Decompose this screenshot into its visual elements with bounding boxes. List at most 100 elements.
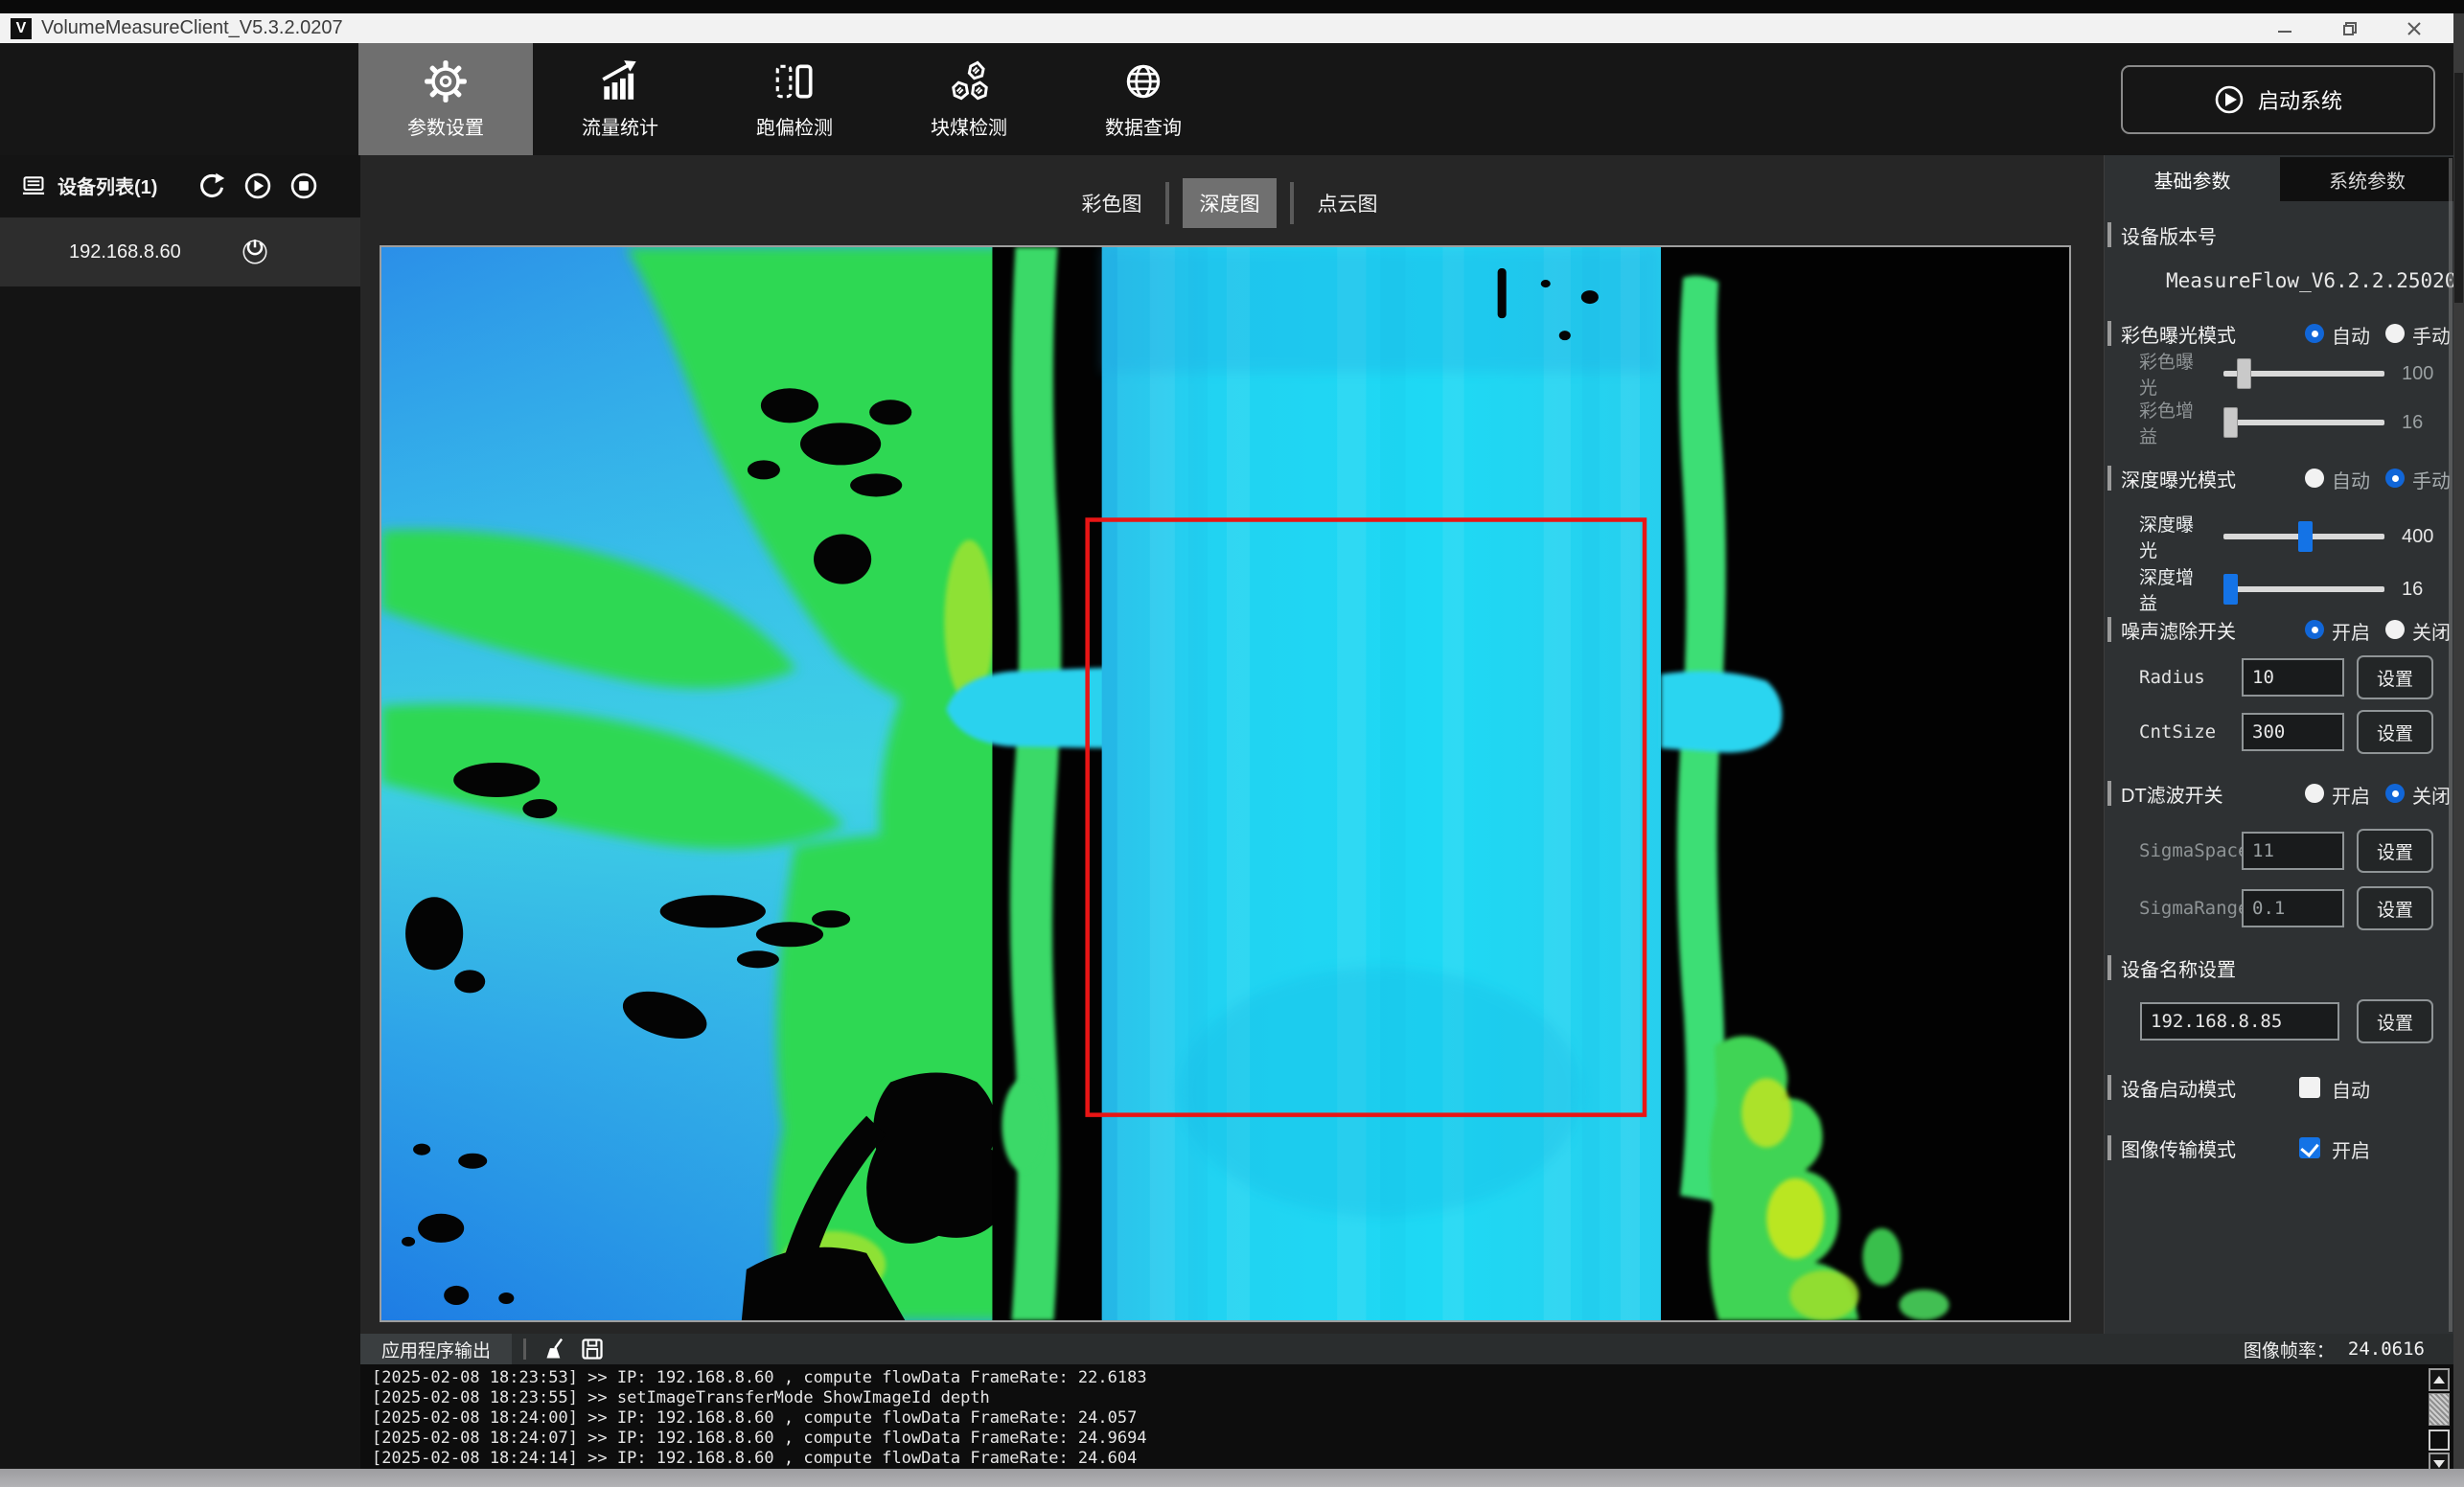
parameter-panel: 基础参数 系统参数 设备版本号 MeasureFlow_V6.2.2.25020…: [2104, 155, 2454, 1336]
radius-set-button[interactable]: 设置: [2357, 655, 2433, 699]
section-heading: 深度曝光模式: [2121, 465, 2236, 492]
device-row[interactable]: 192.168.8.60: [0, 217, 360, 286]
window-scrollbar[interactable]: [2453, 13, 2464, 1469]
noise-on-label[interactable]: 开启: [2332, 617, 2370, 645]
device-name-set-button[interactable]: 设置: [2357, 999, 2433, 1043]
dt-on-radio[interactable]: [2305, 784, 2324, 803]
section-heading: 设备版本号: [2121, 221, 2217, 249]
noise-filter-mode-row: 噪声滤除开关 开启 关闭: [2105, 613, 2454, 646]
slider-handle[interactable]: [2223, 407, 2238, 438]
slider-value: 16: [2402, 579, 2423, 601]
color-manual-label[interactable]: 手动: [2412, 321, 2451, 349]
section-heading: 彩色曝光模式: [2121, 320, 2236, 348]
restore-button[interactable]: [2325, 13, 2371, 43]
device-sidebar: 设备列表(1) 192.168.8.60: [0, 155, 360, 1469]
section-device-name: 设备名称设置: [2105, 951, 2454, 984]
sigmaspace-set-button[interactable]: 设置: [2357, 829, 2433, 873]
app-output-tab[interactable]: 应用程序输出: [360, 1334, 512, 1364]
device-name-input[interactable]: [2140, 1002, 2339, 1041]
radius-input[interactable]: [2242, 658, 2344, 697]
color-manual-radio[interactable]: [2385, 324, 2405, 343]
nav-lump-coal-detection[interactable]: 块煤检测: [882, 43, 1056, 155]
log-line: [2025-02-08 18:24:00] >> IP: 192.168.8.6…: [372, 1408, 2453, 1429]
sigmaspace-row: SigmaSpace 设置: [2105, 831, 2454, 871]
panel-scrollbar[interactable]: [2449, 158, 2452, 1332]
radius-label: Radius: [2139, 667, 2205, 688]
close-button[interactable]: [2391, 13, 2437, 43]
dt-off-label[interactable]: 关闭: [2412, 781, 2451, 809]
depth-auto-radio[interactable]: [2305, 469, 2324, 488]
window-scrollbar-thumb[interactable]: [2454, 73, 2463, 303]
start-system-label: 启动系统: [2258, 84, 2342, 115]
transfer-mode-label[interactable]: 开启: [2332, 1135, 2370, 1163]
tab-point-cloud[interactable]: 点云图: [1307, 178, 1388, 228]
slider-label: 深度曝光: [2139, 511, 2210, 562]
depth-gain-slider[interactable]: [2223, 586, 2384, 592]
log-line: [2025-02-08 18:23:55] >> setImageTransfe…: [372, 1388, 2453, 1408]
depth-manual-label[interactable]: 手动: [2412, 466, 2451, 493]
broom-icon[interactable]: [543, 1337, 568, 1361]
color-exposure-slider[interactable]: [2223, 371, 2384, 377]
depth-map-image: [381, 247, 2069, 1320]
scroll-down-button[interactable]: [2429, 1453, 2450, 1469]
tab-system-params[interactable]: 系统参数: [2280, 157, 2454, 201]
tab-color-image[interactable]: 彩色图: [1071, 178, 1152, 228]
minimize-button[interactable]: [2262, 13, 2308, 43]
color-gain-slider[interactable]: [2223, 420, 2384, 425]
viewer-area: 彩色图 深度图 点云图: [360, 155, 2104, 1336]
depth-manual-radio[interactable]: [2385, 469, 2405, 488]
scroll-up-button[interactable]: [2429, 1368, 2450, 1391]
log-console[interactable]: [2025-02-08 18:23:53] >> IP: 192.168.8.6…: [360, 1364, 2453, 1469]
depth-gain-slider-row: 深度增益 16: [2105, 573, 2454, 606]
depth-exposure-slider[interactable]: [2223, 534, 2384, 539]
nav-label: 跑偏检测: [756, 112, 833, 140]
toolbar: 参数设置 流量统计 跑偏检测: [0, 43, 2464, 155]
connect-all-button[interactable]: [243, 172, 272, 200]
slider-handle[interactable]: [2223, 574, 2238, 605]
tab-basic-params[interactable]: 基础参数: [2105, 157, 2280, 201]
cntsize-input[interactable]: [2242, 713, 2344, 751]
color-auto-label[interactable]: 自动: [2332, 321, 2370, 349]
dt-off-radio[interactable]: [2385, 784, 2405, 803]
nav-data-query[interactable]: 数据查询: [1056, 43, 1231, 155]
noise-on-radio[interactable]: [2305, 620, 2324, 639]
color-auto-radio[interactable]: [2305, 324, 2324, 343]
depth-auto-label[interactable]: 自动: [2332, 466, 2370, 493]
tab-depth-image[interactable]: 深度图: [1183, 178, 1277, 228]
cntsize-row: CntSize 设置: [2105, 712, 2454, 752]
sigmarange-row: SigmaRange 设置: [2105, 888, 2454, 928]
cntsize-set-button[interactable]: 设置: [2357, 710, 2433, 754]
slider-handle[interactable]: [2237, 358, 2251, 389]
nav-deviation-detection[interactable]: 跑偏检测: [707, 43, 882, 155]
start-system-button[interactable]: 启动系统: [2121, 65, 2435, 134]
sigmarange-label: SigmaRange: [2139, 898, 2248, 919]
noise-off-radio[interactable]: [2385, 620, 2405, 639]
app-logo-icon: V: [11, 18, 32, 39]
nav-parameter-settings[interactable]: 参数设置: [358, 43, 533, 155]
arrow-up-icon: [2433, 1376, 2445, 1384]
power-button[interactable]: [238, 235, 272, 269]
dt-on-label[interactable]: 开启: [2332, 781, 2370, 809]
slider-handle[interactable]: [2298, 521, 2313, 552]
floppy-save-icon[interactable]: [580, 1337, 605, 1361]
log-line: [2025-02-08 18:23:53] >> IP: 192.168.8.6…: [372, 1368, 2453, 1388]
log-scrollbar[interactable]: [2429, 1368, 2452, 1468]
sigmarange-set-button[interactable]: 设置: [2357, 886, 2433, 930]
slider-value: 100: [2402, 363, 2433, 385]
transfer-mode-checkbox[interactable]: [2299, 1137, 2320, 1158]
start-mode-label[interactable]: 自动: [2332, 1075, 2370, 1103]
device-version-row: MeasureFlow_V6.2.2.250207: [2105, 266, 2454, 295]
refresh-button[interactable]: [197, 172, 226, 200]
start-mode-checkbox[interactable]: [2299, 1077, 2320, 1098]
section-accent-bar: [2107, 1075, 2111, 1100]
sigmarange-input[interactable]: [2242, 889, 2344, 927]
stop-all-button[interactable]: [289, 172, 318, 200]
dt-filter-mode-row: DT滤波开关 开启 关闭: [2105, 777, 2454, 810]
nav-flow-statistics[interactable]: 流量统计: [533, 43, 707, 155]
sigmaspace-input[interactable]: [2242, 832, 2344, 870]
noise-off-label[interactable]: 关闭: [2412, 617, 2451, 645]
sigmaspace-label: SigmaSpace: [2139, 840, 2248, 861]
device-ip: 192.168.8.60: [69, 241, 181, 263]
start-mode-row: 设备启动模式 自动: [2105, 1071, 2454, 1104]
scrollbar-thumb[interactable]: [2429, 1393, 2450, 1426]
